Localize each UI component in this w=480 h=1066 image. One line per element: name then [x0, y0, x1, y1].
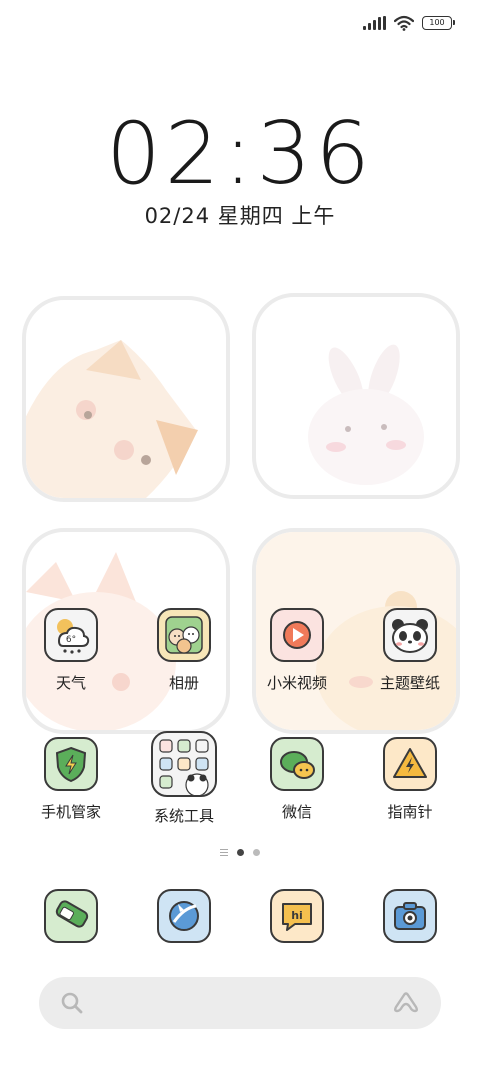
system-tools-folder-icon: [151, 731, 217, 797]
panda-themes-icon: [383, 608, 437, 662]
video-play-icon: [270, 608, 324, 662]
browser-globe-icon: [157, 889, 211, 943]
app-security[interactable]: 手机管家: [14, 737, 128, 822]
app-label: 指南针: [387, 803, 433, 821]
lock-clock: 02:36: [106, 104, 374, 204]
assistant-icon[interactable]: [393, 992, 419, 1014]
svg-text:hi: hi: [291, 909, 303, 922]
app-label: 小米视频: [266, 674, 327, 692]
app-compass[interactable]: 指南针: [353, 737, 467, 822]
app-label: 相册: [168, 674, 199, 692]
lock-date: 02/24 星期四 上午: [144, 204, 336, 228]
bunny-widget[interactable]: [252, 293, 460, 499]
app-label: 微信: [281, 803, 312, 821]
phone-icon: [44, 889, 98, 943]
page-indicator[interactable]: [0, 849, 480, 856]
app-system-tools[interactable]: 系统工具: [127, 731, 241, 826]
battery-level: 100: [429, 18, 445, 27]
app-wechat[interactable]: 微信: [240, 737, 354, 822]
compass-warning-icon: [383, 737, 437, 791]
app-weather[interactable]: 6° 天气: [14, 608, 128, 693]
security-shield-icon: [44, 737, 98, 791]
app-themes[interactable]: 主题壁纸: [353, 608, 467, 693]
camera-icon: [383, 889, 437, 943]
app-label: 系统工具: [153, 807, 214, 825]
app-label: 手机管家: [40, 803, 101, 821]
weather-icon: 6°: [44, 608, 98, 662]
dock-camera[interactable]: [353, 889, 467, 943]
status-bar: 100: [363, 12, 455, 34]
page-dot[interactable]: [253, 849, 260, 856]
search-icon[interactable]: [61, 992, 83, 1014]
messages-hi-icon: hi: [270, 889, 324, 943]
page-dot-active[interactable]: [237, 849, 244, 856]
page-list-icon[interactable]: [220, 849, 228, 856]
dock-phone[interactable]: [14, 889, 128, 943]
dock-messages[interactable]: hi: [240, 889, 354, 943]
app-label: 主题壁纸: [379, 674, 440, 692]
app-gallery[interactable]: 相册: [127, 608, 241, 693]
dock-browser[interactable]: [127, 889, 241, 943]
battery-indicator: 100: [422, 16, 455, 30]
search-bar[interactable]: [39, 977, 441, 1029]
svg-text:6°: 6°: [66, 635, 76, 645]
chat-bubble-icon: [270, 737, 324, 791]
gallery-icon: [157, 608, 211, 662]
shiba-dog-widget[interactable]: [22, 296, 230, 502]
wifi-icon: [394, 15, 414, 31]
app-label: 天气: [55, 674, 86, 692]
cellular-signal-icon: [363, 16, 386, 30]
app-mi-video[interactable]: 小米视频: [240, 608, 354, 693]
